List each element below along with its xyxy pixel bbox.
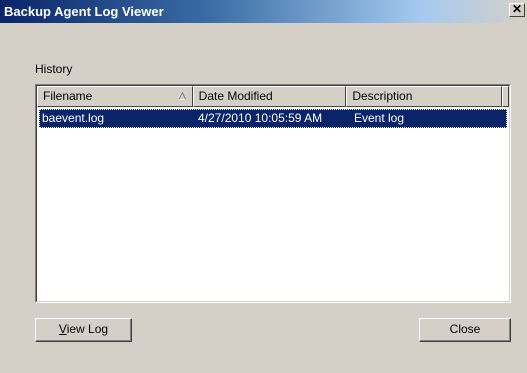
cell-date-modified: 4/27/2010 10:05:59 AM <box>198 111 323 125</box>
column-header-date-modified[interactable]: Date Modified <box>192 86 347 107</box>
list-header: Filename Date Modified Description <box>37 86 509 107</box>
title-bar[interactable]: Backup Agent Log Viewer ✕ <box>0 0 527 23</box>
close-button[interactable]: Close <box>419 318 511 342</box>
view-log-button[interactable]: View Log <box>35 318 132 342</box>
column-header-filler <box>502 86 509 107</box>
column-header-description[interactable]: Description <box>346 86 502 107</box>
column-header-label: Filename <box>43 89 93 103</box>
sort-ascending-icon <box>177 92 186 100</box>
history-label: History <box>35 62 73 76</box>
close-window-button[interactable]: ✕ <box>509 3 525 17</box>
close-icon: ✕ <box>511 2 523 16</box>
view-log-label: iew Log <box>66 322 109 336</box>
history-list[interactable]: Filename Date Modified Description baeve… <box>35 84 511 303</box>
column-header-filename[interactable]: Filename <box>37 86 193 107</box>
view-log-accelerator: V <box>58 322 67 336</box>
cell-filename: baevent.log <box>42 111 105 125</box>
window-title: Backup Agent Log Viewer <box>4 4 164 19</box>
cell-description: Event log <box>354 111 405 125</box>
column-header-label: Date Modified <box>198 89 273 103</box>
log-viewer-dialog: Backup Agent Log Viewer ✕ History Filena… <box>0 0 527 373</box>
list-item[interactable]: baevent.log 4/27/2010 10:05:59 AM Event … <box>39 109 507 128</box>
column-header-label: Description <box>352 89 413 103</box>
